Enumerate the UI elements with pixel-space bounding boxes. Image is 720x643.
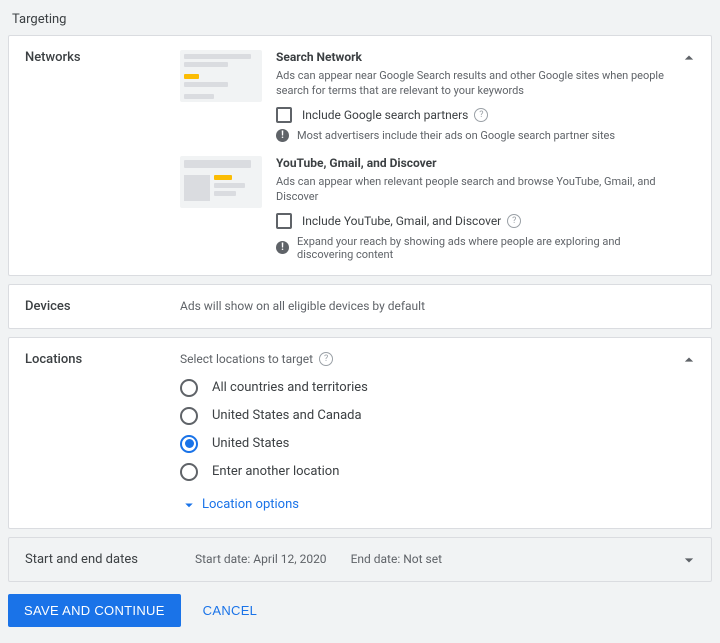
help-icon[interactable]: ? bbox=[319, 352, 333, 366]
help-icon[interactable]: ? bbox=[474, 108, 488, 122]
search-network-title: Search Network bbox=[276, 50, 665, 64]
devices-label: Devices bbox=[25, 299, 180, 314]
include-ygd-checkbox[interactable] bbox=[276, 213, 292, 229]
ygd-desc: Ads can appear when relevant people sear… bbox=[276, 174, 665, 205]
dates-card[interactable]: Start and end dates Start date: April 12… bbox=[8, 537, 712, 582]
radio-button[interactable] bbox=[180, 379, 198, 397]
location-radio-label: United States bbox=[212, 436, 289, 451]
cancel-button[interactable]: CANCEL bbox=[197, 602, 264, 619]
start-date-value: Start date: April 12, 2020 bbox=[195, 552, 327, 566]
ygd-thumbnail bbox=[180, 156, 262, 208]
info-icon: ! bbox=[276, 129, 289, 142]
search-network-thumbnail bbox=[180, 50, 262, 102]
location-radio-label: United States and Canada bbox=[212, 408, 362, 423]
devices-desc: Ads will show on all eligible devices by… bbox=[180, 299, 695, 314]
location-radio-label: Enter another location bbox=[212, 464, 339, 479]
location-radio-option[interactable]: Enter another location bbox=[180, 458, 695, 486]
search-network-desc: Ads can appear near Google Search result… bbox=[276, 68, 665, 99]
include-ygd-label: Include YouTube, Gmail, and Discover bbox=[302, 214, 501, 228]
include-search-partners-checkbox[interactable] bbox=[276, 107, 292, 123]
chevron-up-icon bbox=[679, 350, 699, 370]
chevron-down-icon bbox=[679, 550, 699, 570]
ygd-section: YouTube, Gmail, and Discover Ads can app… bbox=[180, 156, 695, 261]
help-icon[interactable]: ? bbox=[507, 214, 521, 228]
networks-card: Networks Search Network Ads can appe bbox=[8, 35, 712, 276]
location-radio-option[interactable]: United States and Canada bbox=[180, 402, 695, 430]
locations-prompt: Select locations to target bbox=[180, 352, 313, 366]
include-search-partners-label: Include Google search partners bbox=[302, 108, 468, 122]
devices-card[interactable]: Devices Ads will show on all eligible de… bbox=[8, 284, 712, 329]
radio-button[interactable] bbox=[180, 407, 198, 425]
search-network-info: Most advertisers include their ads on Go… bbox=[297, 129, 615, 142]
search-network-section: Search Network Ads can appear near Googl… bbox=[180, 50, 695, 142]
info-icon: ! bbox=[276, 241, 289, 254]
chevron-up-icon bbox=[679, 48, 699, 68]
radio-button[interactable] bbox=[180, 435, 198, 453]
chevron-down-icon bbox=[180, 496, 198, 514]
location-options-label: Location options bbox=[202, 497, 299, 512]
end-date-value: End date: Not set bbox=[351, 552, 442, 566]
location-radio-option[interactable]: United States bbox=[180, 430, 695, 458]
save-and-continue-button[interactable]: SAVE AND CONTINUE bbox=[8, 594, 181, 627]
dates-label: Start and end dates bbox=[25, 552, 195, 567]
location-options-toggle[interactable]: Location options bbox=[180, 496, 695, 514]
location-radio-label: All countries and territories bbox=[212, 380, 368, 395]
expand-dates-button[interactable] bbox=[679, 550, 699, 574]
location-radio-option[interactable]: All countries and territories bbox=[180, 374, 695, 402]
ygd-info: Expand your reach by showing ads where p… bbox=[297, 235, 665, 261]
collapse-networks-button[interactable] bbox=[679, 48, 699, 72]
collapse-locations-button[interactable] bbox=[679, 350, 699, 374]
ygd-title: YouTube, Gmail, and Discover bbox=[276, 156, 665, 170]
radio-button[interactable] bbox=[180, 463, 198, 481]
locations-card: Locations Select locations to target ? A… bbox=[8, 337, 712, 529]
page-title: Targeting bbox=[12, 12, 712, 27]
networks-label: Networks bbox=[25, 50, 180, 261]
locations-label: Locations bbox=[25, 352, 180, 514]
